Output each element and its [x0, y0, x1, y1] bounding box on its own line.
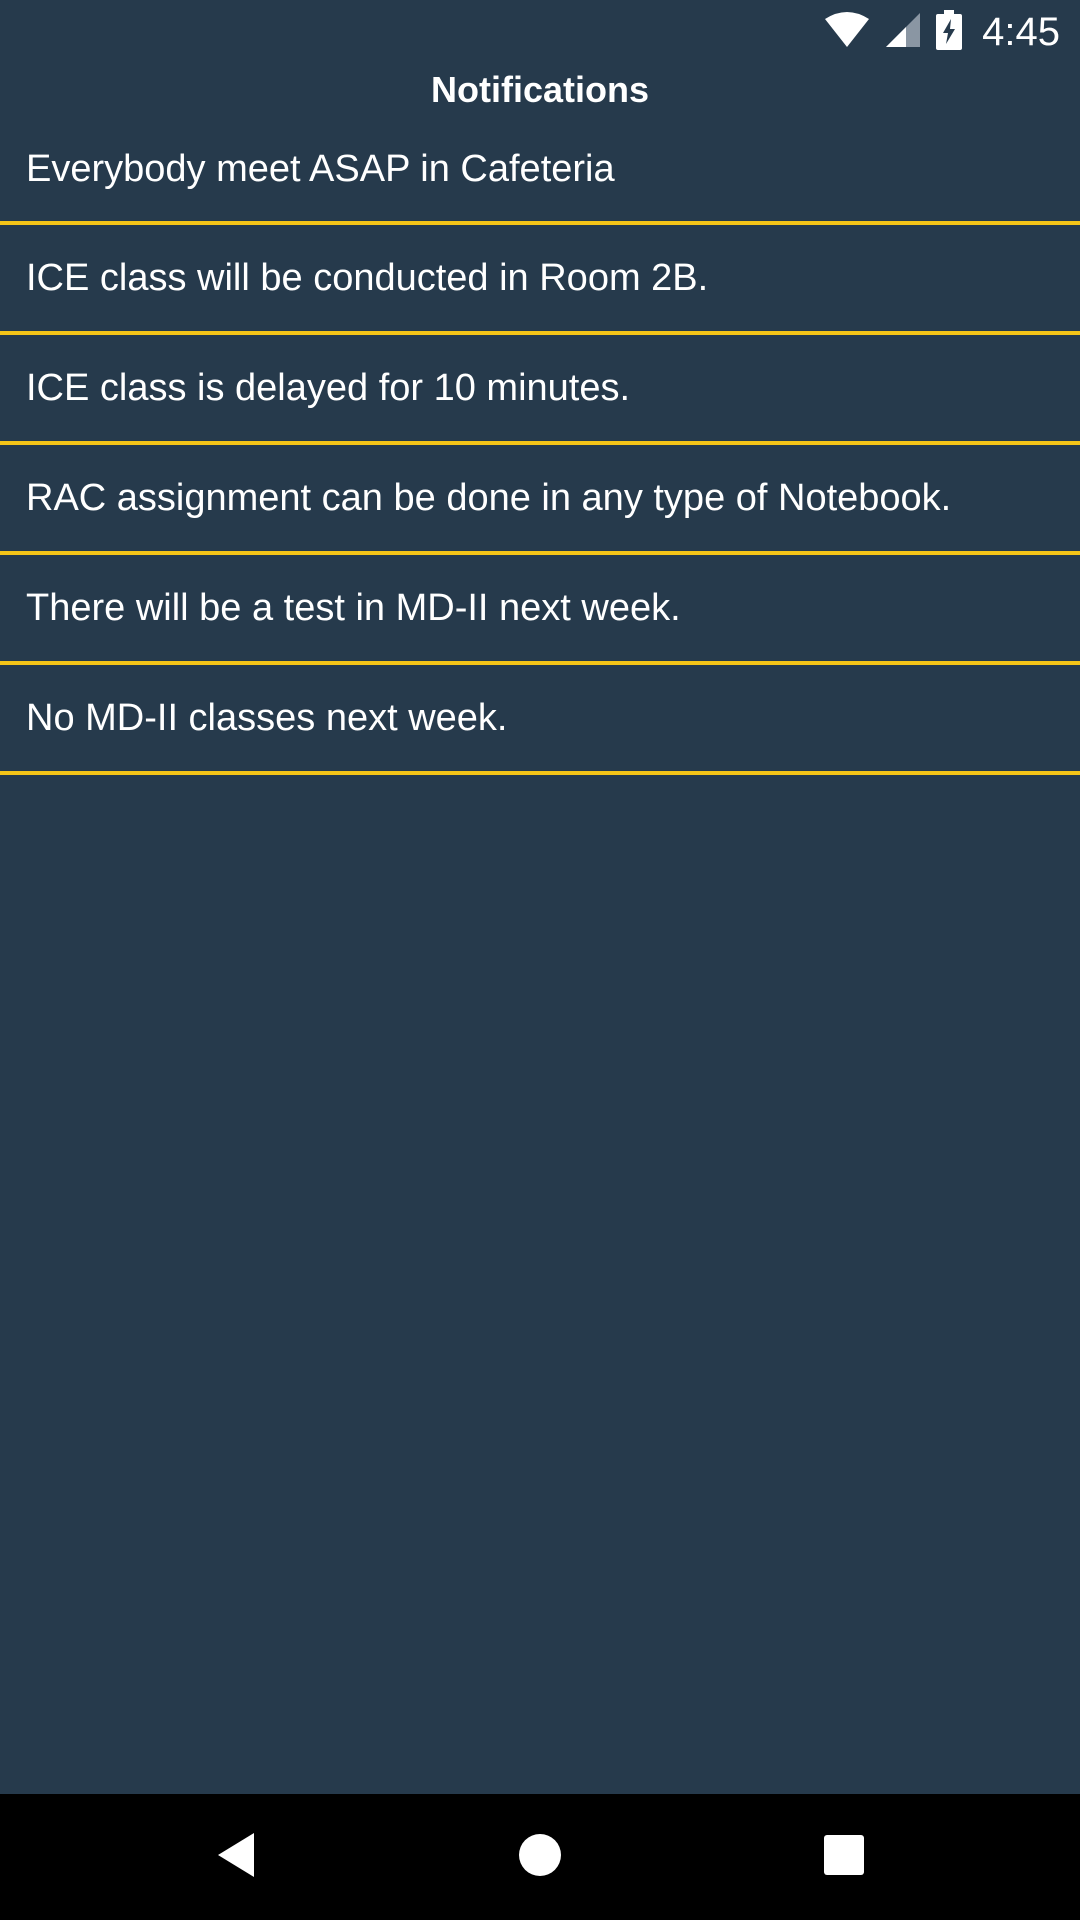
battery-charging-icon [936, 10, 963, 54]
notification-item[interactable]: No MD-II classes next week. [0, 665, 1080, 775]
navigation-bar [0, 1794, 1080, 1920]
notifications-screen: 4:45 Notifications Everybody meet ASAP i… [0, 0, 1080, 1920]
status-bar: 4:45 [0, 0, 1080, 63]
status-icons: 4:45 [824, 8, 1060, 56]
notification-item[interactable]: ICE class will be conducted in Room 2B. [0, 225, 1080, 335]
wifi-icon [824, 11, 870, 53]
back-button[interactable] [206, 1827, 266, 1887]
notification-item[interactable]: Everybody meet ASAP in Cafeteria [0, 117, 1080, 225]
back-icon [214, 1831, 258, 1883]
home-icon [517, 1832, 563, 1882]
home-button[interactable] [510, 1827, 570, 1887]
notification-item[interactable]: RAC assignment can be done in any type o… [0, 445, 1080, 555]
notification-item[interactable]: ICE class is delayed for 10 minutes. [0, 335, 1080, 445]
notification-list: Everybody meet ASAP in Cafeteria ICE cla… [0, 117, 1080, 775]
page-title: Notifications [430, 69, 649, 110]
recents-icon [823, 1834, 865, 1880]
cellular-signal-icon [884, 11, 922, 53]
recents-button[interactable] [814, 1827, 874, 1887]
status-time: 4:45 [982, 9, 1060, 54]
notification-item[interactable]: There will be a test in MD-II next week. [0, 555, 1080, 665]
